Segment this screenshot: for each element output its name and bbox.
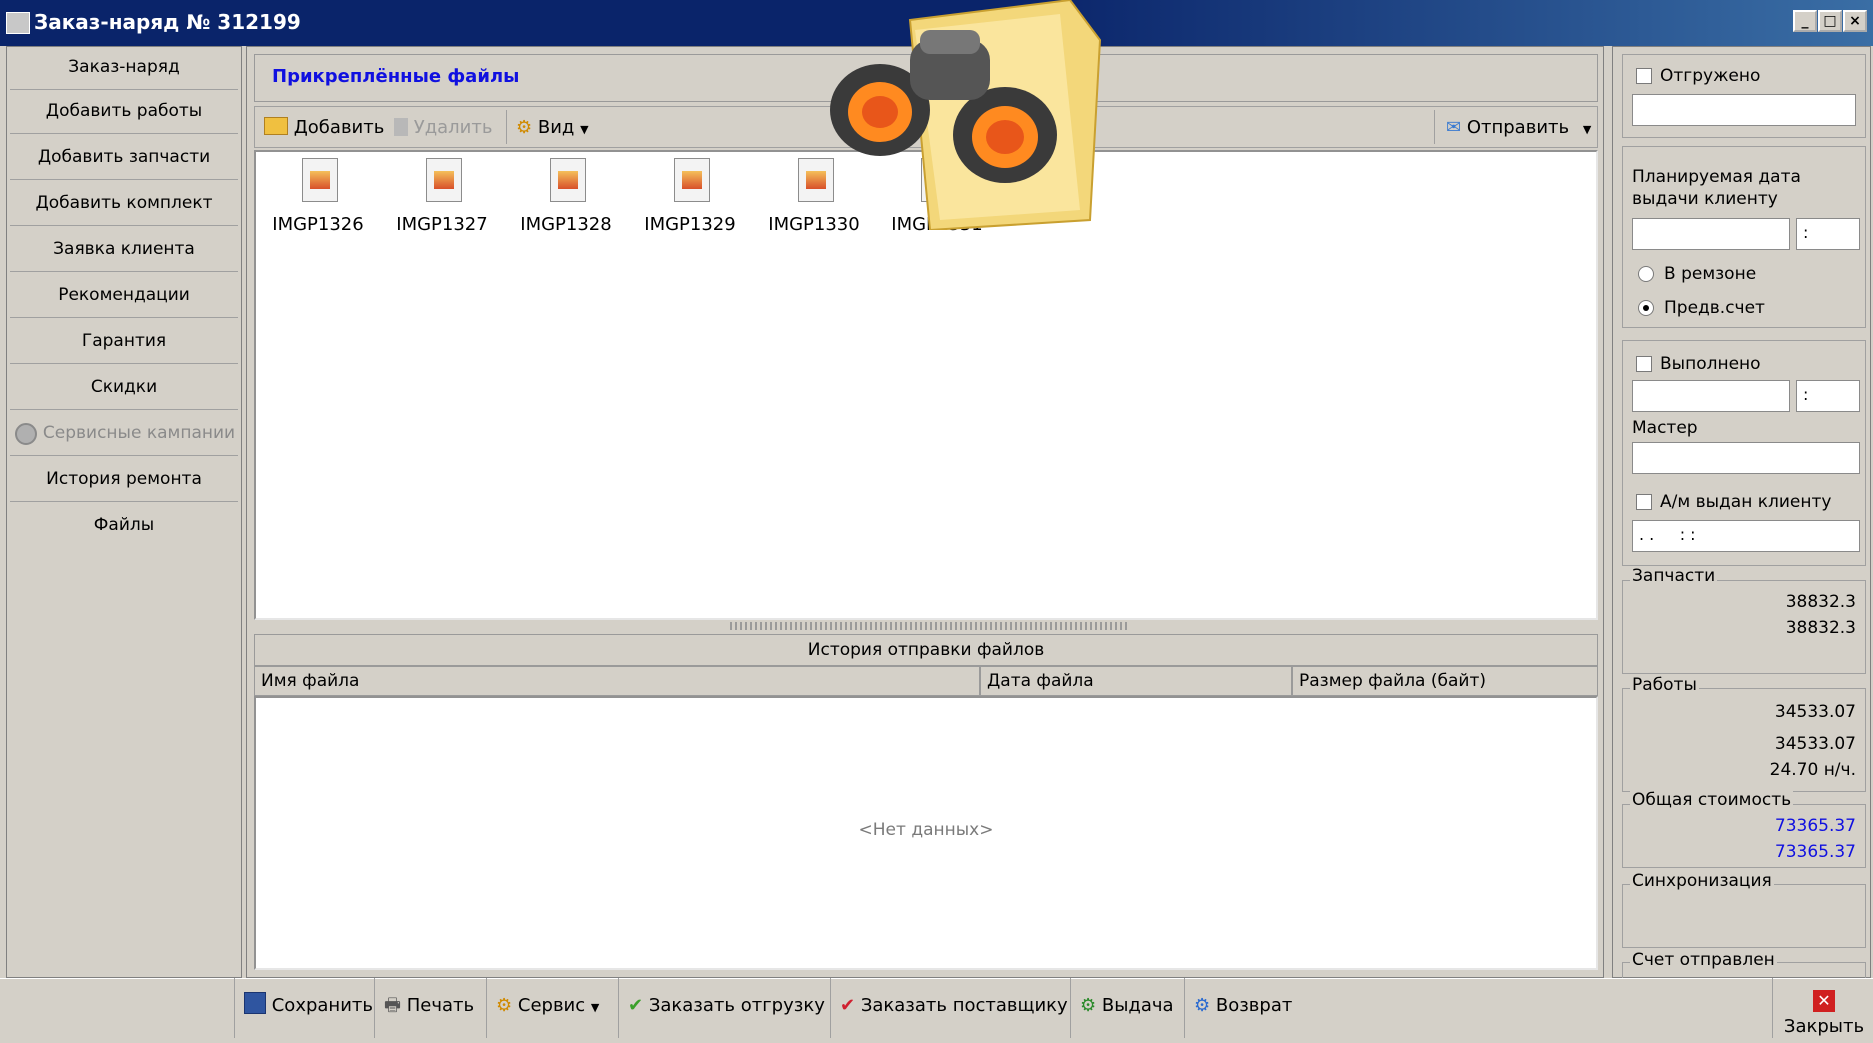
order-supplier-button[interactable]: ✔ Заказать поставщику: [840, 984, 1068, 1028]
window-title: Заказ-наряд № 312199: [34, 10, 301, 34]
toolbar-separator: [618, 978, 619, 1038]
car-issue-icon: ⚙: [1080, 995, 1097, 1016]
trash-icon: [394, 118, 408, 136]
planned-date-label: Планируемая дата выдачи клиенту: [1632, 167, 1801, 209]
binoculars-folder-icon: [830, 0, 1102, 232]
issue-button[interactable]: ⚙ Выдача: [1080, 984, 1174, 1028]
sidebar-item-client-request[interactable]: Заявка клиента: [10, 228, 238, 272]
column-header-file-size[interactable]: Размер файла (байт): [1292, 666, 1598, 696]
sidebar-item-recommendations[interactable]: Рекомендации: [10, 274, 238, 318]
shipped-checkbox[interactable]: [1636, 68, 1652, 84]
window-icon: [6, 12, 30, 34]
checkmark-icon: ✔: [628, 995, 644, 1016]
toolbar-separator: [1434, 110, 1435, 144]
parts-value: 38832.3: [1785, 592, 1856, 612]
sidebar-item-add-works[interactable]: Добавить работы: [10, 90, 238, 134]
toolbar-separator: [234, 978, 235, 1038]
empty-state-text: <Нет данных>: [858, 820, 994, 840]
print-button[interactable]: 🖶 Печать: [384, 984, 474, 1028]
planned-time-field[interactable]: :: [1796, 218, 1860, 250]
parts-value-total: 38832.3: [1785, 618, 1856, 638]
sidebar-item-add-parts[interactable]: Добавить запчасти: [10, 136, 238, 180]
toolbar-separator: [1184, 978, 1185, 1038]
total-label: Общая стоимость: [1630, 790, 1794, 810]
car-issued-label: А/м выдан клиенту: [1660, 492, 1832, 512]
master-field[interactable]: [1632, 442, 1860, 474]
sidebar-item-order[interactable]: Заказ-наряд: [10, 46, 238, 90]
toolbar-separator: [1772, 978, 1773, 1038]
total-value: 73365.37: [1774, 816, 1856, 836]
envelope-icon: ✉: [1446, 117, 1462, 138]
total-value-total: 73365.37: [1774, 842, 1856, 862]
return-button[interactable]: ⚙ Возврат: [1194, 984, 1292, 1028]
close-icon: ✕: [1813, 990, 1835, 1012]
car-issued-datetime-field[interactable]: . . : :: [1632, 520, 1860, 552]
works-hours: 24.70 н/ч.: [1769, 760, 1856, 780]
save-button[interactable]: Сохранить: [244, 984, 373, 1028]
chevron-down-icon: ▼: [580, 123, 589, 136]
chevron-down-icon: ▼: [1582, 123, 1592, 136]
repair-zone-radio[interactable]: [1638, 266, 1654, 282]
toolbar-separator: [506, 110, 507, 144]
gear-icon: ⚙: [496, 995, 513, 1016]
invoice-sent-label: Счет отправлен: [1630, 950, 1777, 970]
shipped-field[interactable]: [1632, 94, 1856, 126]
master-label: Мастер: [1632, 418, 1698, 438]
works-label: Работы: [1630, 675, 1699, 695]
sidebar-item-files[interactable]: Файлы: [10, 504, 238, 548]
service-dropdown-button[interactable]: ⚙ Сервис ▼: [496, 984, 599, 1028]
close-button[interactable]: Закрыть: [1780, 1016, 1868, 1037]
image-file-icon: [302, 158, 338, 202]
sidebar-item-add-kit[interactable]: Добавить комплект: [10, 182, 238, 226]
done-time-field[interactable]: :: [1796, 380, 1860, 412]
printer-icon: 🖶: [384, 995, 401, 1016]
car-return-icon: ⚙: [1194, 995, 1211, 1016]
column-header-file-name[interactable]: Имя файла: [254, 666, 980, 696]
sidebar-item-service-campaigns[interactable]: Сервисные кампании: [10, 412, 238, 456]
preinvoice-label: Предв.счет: [1664, 298, 1765, 318]
order-shipment-button[interactable]: ✔ Заказать отгрузку: [628, 984, 825, 1028]
view-dropdown-button[interactable]: ⚙ Вид ▼: [516, 114, 589, 142]
sync-group: [1622, 884, 1866, 948]
toolbar-separator: [374, 978, 375, 1038]
planned-date-field[interactable]: [1632, 218, 1790, 250]
works-value: 34533.07: [1774, 702, 1856, 722]
shipped-label: Отгружено: [1660, 66, 1761, 86]
delete-file-button[interactable]: Удалить: [394, 114, 492, 142]
parts-label: Запчасти: [1630, 566, 1718, 586]
done-checkbox[interactable]: [1636, 356, 1652, 372]
sidebar-item-discounts[interactable]: Скидки: [10, 366, 238, 410]
search-animation: [820, 0, 1110, 232]
service-campaign-icon: [15, 423, 37, 445]
folder-open-icon: [264, 117, 288, 135]
close-window-button[interactable]: ×: [1843, 10, 1867, 32]
history-title: История отправки файлов: [254, 634, 1598, 666]
gear-icon: ⚙: [516, 117, 533, 138]
works-value-total: 34533.07: [1774, 734, 1856, 754]
car-issued-checkbox[interactable]: [1636, 494, 1652, 510]
send-dropdown-button[interactable]: ✉ Отправить ▼: [1446, 114, 1591, 142]
image-file-icon: [674, 158, 710, 202]
done-date-field[interactable]: [1632, 380, 1790, 412]
toolbar-separator: [486, 978, 487, 1038]
done-label: Выполнено: [1660, 354, 1761, 374]
preinvoice-radio[interactable]: [1638, 300, 1654, 316]
image-file-icon: [426, 158, 462, 202]
maximize-button[interactable]: □: [1818, 10, 1842, 32]
toolbar-separator: [830, 978, 831, 1038]
chevron-down-icon: ▼: [590, 1001, 600, 1014]
add-file-button[interactable]: Добавить: [264, 114, 384, 142]
minimize-button[interactable]: _: [1793, 10, 1817, 32]
sidebar-item-warranty[interactable]: Гарантия: [10, 320, 238, 364]
column-header-file-date[interactable]: Дата файла: [980, 666, 1292, 696]
toolbar-separator: [1070, 978, 1071, 1038]
checkmark-icon: ✔: [840, 995, 856, 1016]
sync-label: Синхронизация: [1630, 871, 1774, 891]
splitter-handle[interactable]: [730, 622, 1130, 630]
floppy-disk-icon: [244, 992, 266, 1014]
image-file-icon: [550, 158, 586, 202]
repair-zone-label: В ремзоне: [1664, 264, 1757, 284]
files-panel-title: Прикреплённые файлы: [272, 66, 520, 87]
sidebar-item-repair-history[interactable]: История ремонта: [10, 458, 238, 502]
